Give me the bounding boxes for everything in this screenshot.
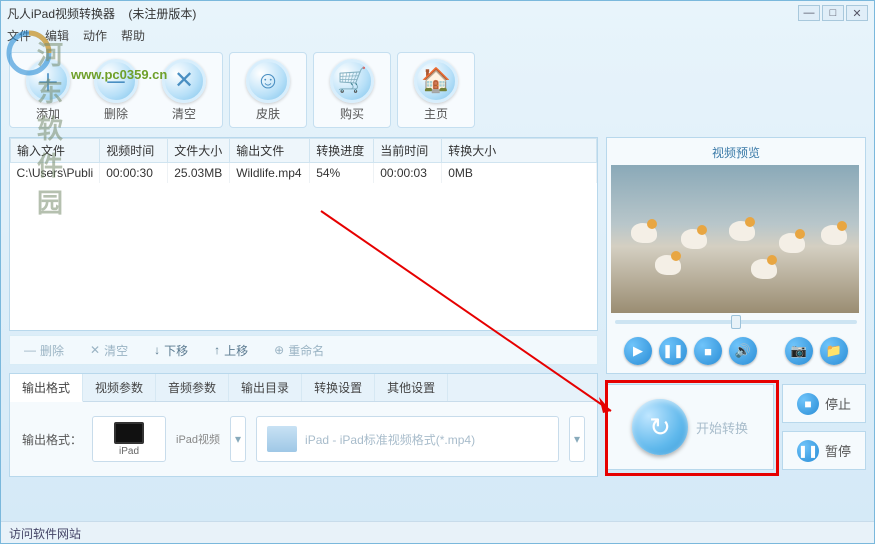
file-list-panel: 输入文件 视频时间 文件大小 输出文件 转换进度 当前时间 转换大小 C:\Us… <box>9 137 598 331</box>
close-button[interactable]: ✕ <box>846 5 868 21</box>
col-vtime[interactable]: 视频时间 <box>100 139 168 163</box>
titlebar: 凡人iPad视频转换器 (未注册版本) — □ ✕ <box>1 1 874 25</box>
file-table[interactable]: 输入文件 视频时间 文件大小 输出文件 转换进度 当前时间 转换大小 C:\Us… <box>10 138 597 183</box>
pause-icon: ❚❚ <box>662 343 684 359</box>
window-title: 凡人iPad视频转换器 <box>7 7 115 21</box>
window-subtitle: (未注册版本) <box>128 7 196 21</box>
play-button[interactable]: ▶ <box>624 337 652 365</box>
action-area: ↻ 开始转换 ■ 停止 ❚❚ 暂停 <box>606 384 866 470</box>
tab-output-format[interactable]: 输出格式 <box>10 374 83 402</box>
col-ctime[interactable]: 当前时间 <box>374 139 442 163</box>
format-dropdown-arrow[interactable]: ▾ <box>569 416 585 462</box>
col-progress[interactable]: 转换进度 <box>310 139 374 163</box>
chevron-down-icon: ▾ <box>235 432 241 446</box>
tab-other-settings[interactable]: 其他设置 <box>375 374 448 401</box>
camera-icon: 📷 <box>791 343 807 359</box>
settings-tabs: 输出格式 视频参数 音频参数 输出目录 转换设置 其他设置 <box>10 374 597 402</box>
rename-icon: ⊕ <box>274 343 284 357</box>
speaker-icon: 🔊 <box>735 343 751 359</box>
col-csize[interactable]: 转换大小 <box>442 139 597 163</box>
snapshot-button[interactable]: 📷 <box>785 337 813 365</box>
toolbar-group-skin: ☺ 皮肤 <box>229 52 307 128</box>
minus-icon: － <box>94 59 138 103</box>
stop-icon: ■ <box>704 344 712 359</box>
minus-icon: — <box>24 343 36 357</box>
pause-icon: ❚❚ <box>797 440 819 462</box>
list-move-down[interactable]: ↓下移 <box>154 342 188 359</box>
tab-audio-params[interactable]: 音频参数 <box>156 374 229 401</box>
plus-icon: ＋ <box>26 59 70 103</box>
col-output[interactable]: 输出文件 <box>230 139 310 163</box>
pause-button[interactable]: ❚❚ <box>659 337 687 365</box>
tab-video-params[interactable]: 视频参数 <box>83 374 156 401</box>
seek-slider[interactable] <box>611 313 861 331</box>
menu-edit[interactable]: 编辑 <box>45 27 69 44</box>
menu-file[interactable]: 文件 <box>7 27 31 44</box>
volume-button[interactable]: 🔊 <box>729 337 757 365</box>
tab-output-dir[interactable]: 输出目录 <box>229 374 302 401</box>
chevron-down-icon: ▾ <box>574 432 580 446</box>
device-selector[interactable]: iPad <box>92 416 166 462</box>
play-icon: ▶ <box>633 343 643 359</box>
maximize-button[interactable]: □ <box>822 5 844 21</box>
tab-body-output: 输出格式： iPad iPad视频 ▾ iPad - iPad标准视频格式(*.… <box>10 402 597 476</box>
format-selector[interactable]: iPad - iPad标准视频格式(*.mp4) <box>256 416 559 462</box>
preview-panel: 视频预览 ▶ ❚❚ <box>606 137 866 374</box>
delete-button[interactable]: － 删除 <box>82 55 150 125</box>
x-icon: ✕ <box>162 59 206 103</box>
smile-icon: ☺ <box>246 59 290 103</box>
skin-button[interactable]: ☺ 皮肤 <box>234 55 302 125</box>
package-icon <box>267 426 297 452</box>
stop-convert-button[interactable]: ■ 停止 <box>782 384 866 423</box>
home-icon: 🏠 <box>414 59 458 103</box>
output-format-label: 输出格式： <box>22 431 82 448</box>
clear-button[interactable]: ✕ 清空 <box>150 55 218 125</box>
toolbar-group-buy: 🛒 购买 <box>313 52 391 128</box>
col-fsize[interactable]: 文件大小 <box>168 139 230 163</box>
cart-icon: 🛒 <box>330 59 374 103</box>
list-rename[interactable]: ⊕重命名 <box>274 342 324 359</box>
arrow-down-icon: ↓ <box>154 343 160 357</box>
open-folder-button[interactable]: 📁 <box>820 337 848 365</box>
status-link[interactable]: 访问软件网站 <box>9 527 81 541</box>
tab-convert-settings[interactable]: 转换设置 <box>302 374 375 401</box>
buy-button[interactable]: 🛒 购买 <box>318 55 386 125</box>
app-window: 凡人iPad视频转换器 (未注册版本) — □ ✕ 文件 编辑 动作 帮助 河东… <box>0 0 875 544</box>
stop-button[interactable]: ■ <box>694 337 722 365</box>
device-label: iPad视频 <box>176 431 220 447</box>
pause-convert-button[interactable]: ❚❚ 暂停 <box>782 431 866 470</box>
menu-help[interactable]: 帮助 <box>121 27 145 44</box>
list-actions-bar: —删除 ✕清空 ↓下移 ↑上移 ⊕重命名 <box>9 335 598 365</box>
preview-title: 视频预览 <box>611 142 861 165</box>
folder-icon: 📁 <box>826 343 842 359</box>
menu-action[interactable]: 动作 <box>83 27 107 44</box>
ipad-icon <box>114 422 144 444</box>
minimize-button[interactable]: — <box>798 5 820 21</box>
list-move-up[interactable]: ↑上移 <box>214 342 248 359</box>
video-frame <box>611 165 859 313</box>
convert-icon: ↻ <box>632 399 688 455</box>
menubar: 文件 编辑 动作 帮助 <box>1 25 874 45</box>
start-convert-button[interactable]: ↻ 开始转换 <box>606 384 774 470</box>
device-dropdown-arrow[interactable]: ▾ <box>230 416 246 462</box>
list-clear[interactable]: ✕清空 <box>90 342 128 359</box>
toolbar: ＋ 添加 － 删除 ✕ 清空 ☺ 皮肤 🛒 购买 <box>9 49 866 131</box>
stop-icon: ■ <box>797 393 819 415</box>
settings-panel: 输出格式 视频参数 音频参数 输出目录 转换设置 其他设置 输出格式： iPad… <box>9 373 598 477</box>
statusbar: 访问软件网站 <box>1 521 874 543</box>
x-icon: ✕ <box>90 343 100 357</box>
home-button[interactable]: 🏠 主页 <box>402 55 470 125</box>
toolbar-group-home: 🏠 主页 <box>397 52 475 128</box>
add-button[interactable]: ＋ 添加 <box>14 55 82 125</box>
col-input[interactable]: 输入文件 <box>11 139 100 163</box>
video-preview[interactable] <box>611 165 859 313</box>
playback-controls: ▶ ❚❚ ■ 🔊 📷 📁 <box>611 331 861 369</box>
arrow-up-icon: ↑ <box>214 343 220 357</box>
list-delete[interactable]: —删除 <box>24 342 64 359</box>
toolbar-group-edit: ＋ 添加 － 删除 ✕ 清空 <box>9 52 223 128</box>
slider-thumb[interactable] <box>731 315 741 329</box>
table-row[interactable]: C:\Users\Publi 00:00:30 25.03MB Wildlife… <box>11 163 597 184</box>
